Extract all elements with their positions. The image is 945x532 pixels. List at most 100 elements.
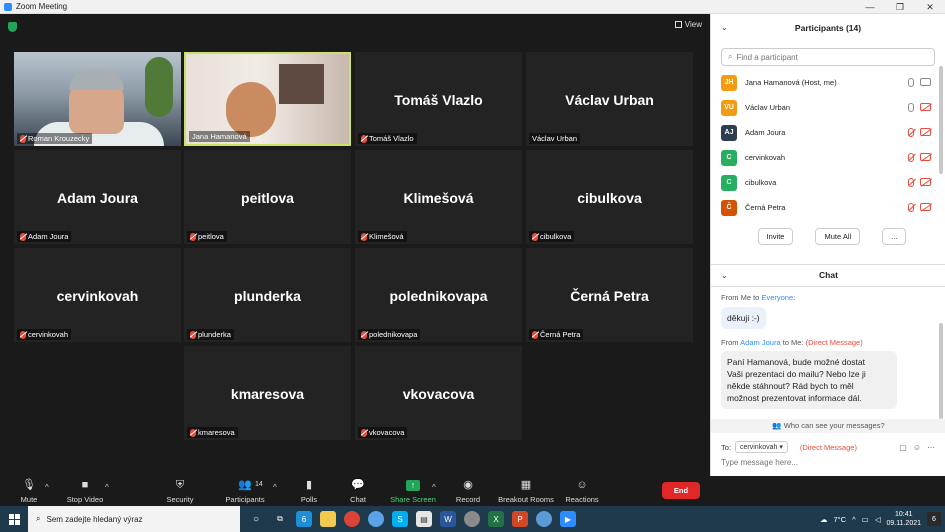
record-button[interactable]: ◉ Record	[443, 479, 493, 504]
shield-icon[interactable]	[8, 22, 17, 32]
end-meeting-button[interactable]: End	[662, 482, 700, 499]
message-from-text: From	[721, 338, 741, 347]
taskbar-search[interactable]: ⌕ Sem zadejte hledaný výraz	[28, 506, 240, 532]
task-view-icon[interactable]: ⧉	[272, 511, 288, 527]
polls-button[interactable]: ▮ Polls	[284, 479, 334, 504]
globe-icon[interactable]	[536, 511, 552, 527]
participant-video-tile[interactable]: vkovacova vkovacova	[355, 346, 522, 440]
reactions-button[interactable]: ☺ Reactions	[557, 479, 607, 504]
participant-row[interactable]: Ccervinkovah	[711, 145, 945, 170]
share-options-chevron-icon[interactable]: ^	[432, 483, 436, 492]
more-options-button[interactable]: ...	[882, 228, 907, 245]
tile-name-text: kmaresova	[198, 428, 235, 437]
who-can-see-link[interactable]: 👥 Who can see your messages?	[711, 419, 945, 433]
taskbar-search-placeholder: Sem zadejte hledaný výraz	[46, 514, 143, 524]
windows-logo-icon	[8, 513, 20, 525]
participant-name: cervinkovah	[745, 153, 786, 162]
participant-row[interactable]: VU Václav Urban	[711, 95, 945, 120]
video-off-icon	[920, 178, 931, 186]
word-icon[interactable]: W	[440, 511, 456, 527]
participants-options-chevron-icon[interactable]: ^	[273, 483, 277, 492]
section-divider	[711, 286, 945, 287]
file-explorer-icon[interactable]	[320, 511, 336, 527]
mute-all-button[interactable]: Mute All	[815, 228, 861, 245]
security-button[interactable]: ⛨ Security	[155, 479, 205, 504]
weather-icon[interactable]: ☁	[820, 515, 828, 524]
participant-search-input[interactable]	[736, 52, 917, 62]
network-icon[interactable]: ▭	[862, 515, 869, 524]
paint-icon[interactable]	[464, 511, 480, 527]
taskbar-clock[interactable]: 10:41 09.11.2021	[886, 510, 921, 528]
chat-collapse-chevron-icon[interactable]: ⌄	[721, 271, 728, 280]
powerpoint-icon[interactable]: P	[512, 511, 528, 527]
message-line: Vaši prezentaci do mailu? Nebo lze ji	[727, 369, 866, 379]
weather-temp[interactable]: 7°C	[833, 515, 846, 524]
participant-video-tile[interactable]: Roman Krouzecky	[14, 52, 181, 146]
tile-display-name: polednikovapa	[389, 288, 488, 304]
chat-scrollbar[interactable]	[939, 323, 943, 419]
participant-video-tile[interactable]: Adam Joura Adam Joura	[14, 150, 181, 244]
participant-video-tile[interactable]: Jana Hamanová	[184, 52, 351, 146]
maximize-button[interactable]: ❐	[885, 0, 915, 14]
chrome-icon[interactable]	[344, 511, 360, 527]
participant-row[interactable]: AJ Adam Joura	[711, 120, 945, 145]
clock-time: 10:41	[894, 511, 913, 518]
breakout-rooms-button[interactable]: ▦ Breakout Rooms	[495, 479, 557, 504]
participant-status-icons	[908, 178, 931, 187]
cortana-icon[interactable]: ○	[248, 511, 264, 527]
close-button[interactable]: ✕	[915, 0, 945, 14]
view-button[interactable]: View	[674, 20, 702, 29]
minimize-button[interactable]: —	[855, 0, 885, 14]
start-button[interactable]	[0, 506, 28, 532]
zoom-taskbar-icon[interactable]: ▶	[560, 511, 576, 527]
notification-center-icon[interactable]: 6	[927, 512, 941, 526]
more-icon[interactable]: ⋯	[927, 443, 935, 452]
person-hair	[69, 70, 124, 90]
participant-list: JH Jana Hamanová (Host, me) VU Václav Urban…	[711, 70, 945, 220]
message-meta: From Me to Everyone:	[721, 293, 795, 302]
participant-video-tile[interactable]: cibulkova cibulkova	[526, 150, 693, 244]
participant-video-tile[interactable]: Václav Urban Václav Urban	[526, 52, 693, 146]
calculator-icon[interactable]: ▤	[416, 511, 432, 527]
message-recipient[interactable]: Everyone	[761, 293, 793, 302]
message-sender[interactable]: Adam Joura	[740, 338, 780, 347]
emoji-icon[interactable]: ☺	[913, 443, 921, 452]
participant-name: cibulkova	[745, 178, 777, 187]
chat-message-input[interactable]	[721, 458, 931, 467]
participant-video-tile[interactable]: peitlova peitlova	[184, 150, 351, 244]
reactions-label: Reactions	[565, 495, 599, 504]
tray-overflow-icon[interactable]: ^	[852, 515, 856, 524]
participants-scrollbar[interactable]	[939, 66, 943, 174]
participant-video-tile[interactable]: Klimešová Klimešová	[355, 150, 522, 244]
file-icon[interactable]: ▢	[899, 443, 907, 452]
excel-icon[interactable]: X	[488, 511, 504, 527]
participant-row[interactable]: Č Černá Petra	[711, 195, 945, 220]
participant-video-tile[interactable]: Černá Petra Černá Petra	[526, 248, 693, 342]
recipient-select[interactable]: cervinkovah ▾	[735, 441, 788, 453]
audio-options-chevron-icon[interactable]: ^	[45, 483, 49, 492]
chat-bubble-icon: 💬	[351, 479, 365, 491]
participants-button[interactable]: 👥 Participants	[219, 479, 271, 504]
video-options-chevron-icon[interactable]: ^	[105, 483, 109, 492]
participant-video-tile[interactable]: kmaresova kmaresova	[184, 346, 351, 440]
participant-row[interactable]: Ccibulkova	[711, 170, 945, 195]
stop-video-button[interactable]: ■ Stop Video	[60, 479, 110, 504]
volume-icon[interactable]: ◁	[875, 515, 881, 524]
message-to-text: to Me:	[780, 338, 806, 347]
windows-taskbar: ⌕ Sem zadejte hledaný výraz ○ ⧉ 6 S ▤ W …	[0, 506, 945, 532]
tile-display-name: cibulkova	[577, 190, 642, 206]
edge-icon[interactable]: 6	[296, 511, 312, 527]
participant-video-tile[interactable]: Tomáš Vlazlo Tomáš Vlazlo	[355, 52, 522, 146]
message-colon: :	[793, 293, 796, 302]
skype-icon[interactable]: S	[392, 511, 408, 527]
participant-row[interactable]: JH Jana Hamanová (Host, me)	[711, 70, 945, 95]
muted-mic-icon	[908, 178, 914, 187]
chat-button[interactable]: 💬 Chat	[333, 479, 383, 504]
collapse-chevron-icon[interactable]: ⌄	[721, 23, 728, 32]
participant-video-tile[interactable]: polednikovapa polednikovapa	[355, 248, 522, 342]
weather-app-icon[interactable]	[368, 511, 384, 527]
participant-search[interactable]: ⌕	[721, 48, 935, 66]
invite-button[interactable]: Invite	[757, 228, 794, 245]
participant-video-tile[interactable]: cervinkovah cervinkovah	[14, 248, 181, 342]
participant-video-tile[interactable]: plunderka plunderka	[184, 248, 351, 342]
